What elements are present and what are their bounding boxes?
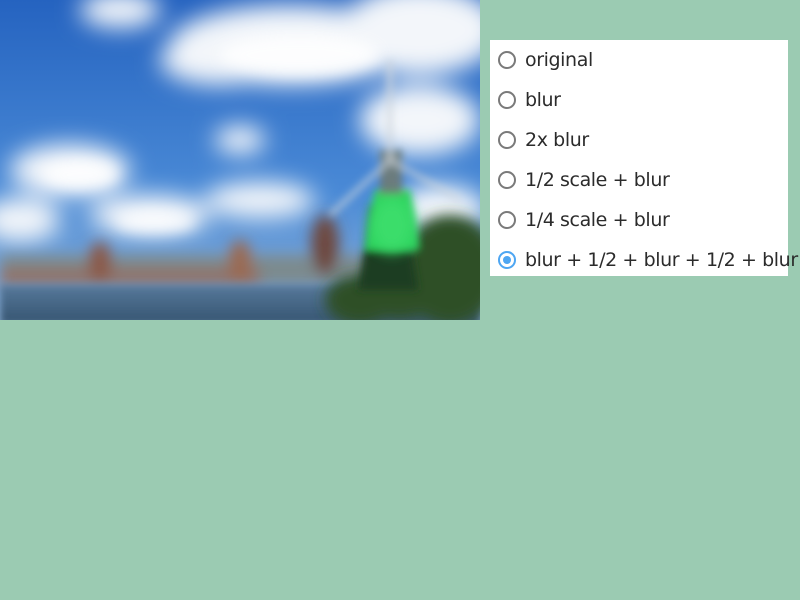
option-original[interactable]: original bbox=[490, 40, 593, 80]
radio-icon[interactable] bbox=[498, 211, 516, 229]
option-half-scale-blur[interactable]: 1/2 scale + blur bbox=[490, 160, 670, 200]
option-2x-blur[interactable]: 2x blur bbox=[490, 120, 589, 160]
option-blur-half-blur-half-blur[interactable]: blur + 1/2 + blur + 1/2 + blur bbox=[490, 240, 798, 280]
blur-mode-radio-group: original blur 2x blur 1/2 scale + blur 1… bbox=[490, 40, 798, 276]
radio-selected-icon[interactable] bbox=[498, 251, 516, 269]
windmill-scene-svg bbox=[0, 0, 480, 320]
option-label: blur + 1/2 + blur + 1/2 + blur bbox=[525, 249, 798, 271]
option-label: original bbox=[525, 49, 593, 71]
option-quarter-scale-blur[interactable]: 1/4 scale + blur bbox=[490, 200, 670, 240]
radio-icon[interactable] bbox=[498, 131, 516, 149]
blurred-windmill-image bbox=[0, 0, 480, 320]
radio-icon[interactable] bbox=[498, 171, 516, 189]
option-blur[interactable]: blur bbox=[490, 80, 561, 120]
radio-icon[interactable] bbox=[498, 91, 516, 109]
option-label: blur bbox=[525, 89, 561, 111]
radio-icon[interactable] bbox=[498, 51, 516, 69]
option-label: 2x blur bbox=[525, 129, 589, 151]
option-label: 1/2 scale + blur bbox=[525, 169, 670, 191]
option-label: 1/4 scale + blur bbox=[525, 209, 670, 231]
